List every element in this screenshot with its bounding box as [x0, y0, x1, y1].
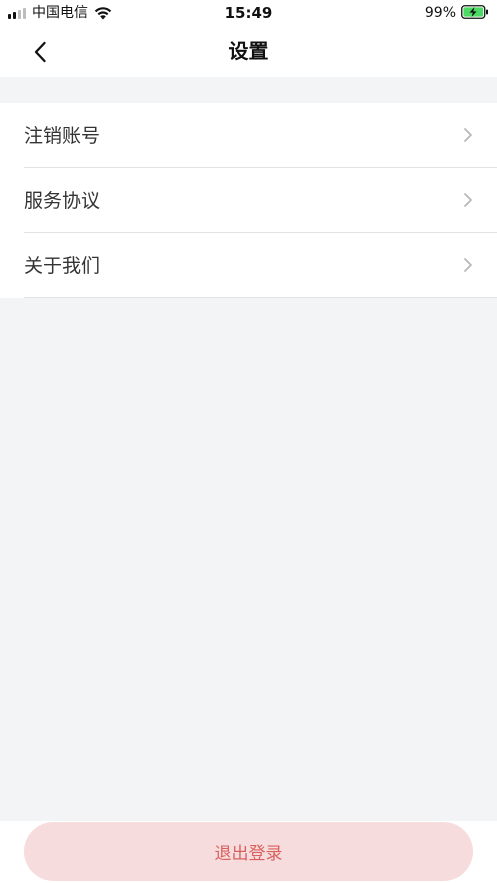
- bottom-bar: 退出登录: [0, 821, 497, 883]
- status-bar: 中国电信 15:49 99%: [0, 0, 497, 26]
- logout-button[interactable]: 退出登录: [24, 822, 473, 881]
- settings-item-service-agreement[interactable]: 服务协议: [0, 168, 497, 233]
- battery-percent: 99%: [424, 5, 456, 21]
- status-time: 15:49: [224, 4, 273, 22]
- settings-item-about-us[interactable]: 关于我们: [0, 233, 497, 298]
- settings-item-cancel-account[interactable]: 注销账号: [0, 103, 497, 168]
- chevron-right-icon: [464, 258, 472, 272]
- battery-charging-icon: [461, 4, 489, 23]
- settings-item-label: 关于我们: [24, 254, 101, 277]
- status-right: 99%: [425, 4, 489, 22]
- divider: [24, 297, 497, 298]
- navigation-bar: 设置: [0, 26, 497, 77]
- page-title: 设置: [228, 39, 269, 63]
- settings-list: 注销账号 服务协议 关于我们: [0, 103, 497, 298]
- chevron-right-icon: [464, 193, 472, 207]
- settings-item-label: 注销账号: [24, 124, 101, 147]
- chevron-right-icon: [464, 128, 472, 142]
- settings-item-label: 服务协议: [24, 189, 101, 212]
